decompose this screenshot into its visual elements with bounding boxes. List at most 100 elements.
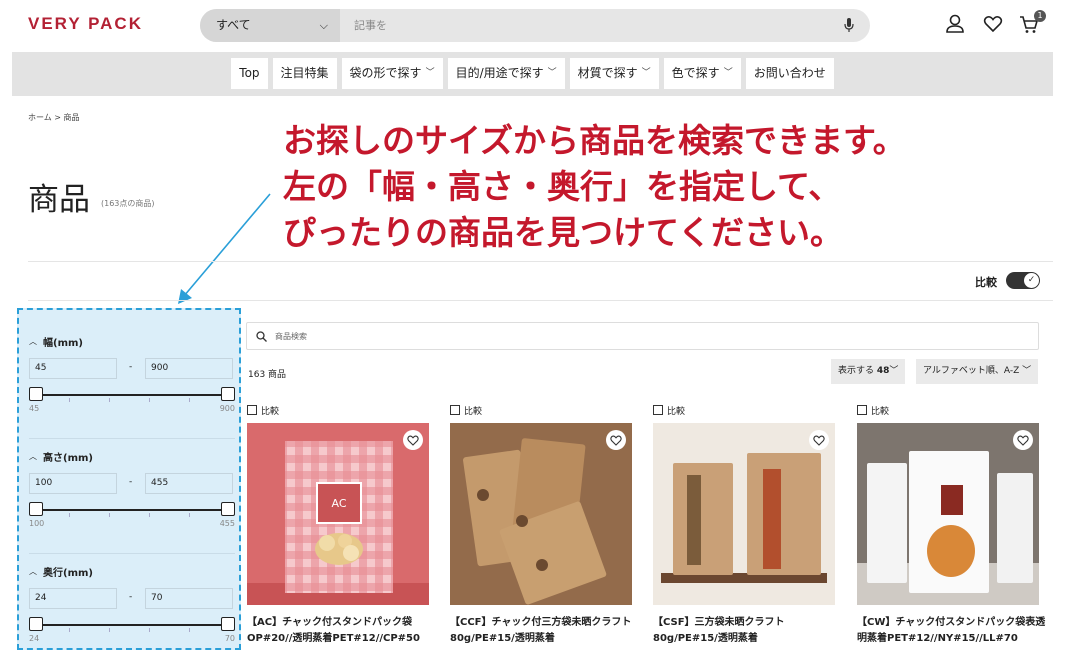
product-search-input[interactable]: 商品検索 <box>246 322 1039 350</box>
slider-min-handle[interactable] <box>29 502 43 516</box>
product-card[interactable]: 比較 【CCF】チャック付三方袋未晒クラフト80g/PE#15/透明蒸着 <box>450 403 632 647</box>
checkbox[interactable] <box>247 405 257 415</box>
chevron-up-icon: ︿ <box>29 452 37 461</box>
nav-item-top[interactable]: Top <box>231 58 268 89</box>
product-name[interactable]: 【AC】チャック付スタンドパック袋OP#20//透明蒸着PET#12//CP#5… <box>247 615 442 647</box>
depth-max-input[interactable]: 70 <box>145 588 233 609</box>
nav-item-label: 注目特集 <box>280 66 329 80</box>
compare-label: 比較 <box>464 406 483 417</box>
height-min-input[interactable]: 100 <box>29 473 117 494</box>
checkbox[interactable] <box>857 405 867 415</box>
callout-line: 左の「幅・高さ・奥行」を指定して、 <box>283 167 842 206</box>
breadcrumb[interactable]: ホーム > 商品 <box>28 112 80 123</box>
width-range-slider[interactable] <box>29 387 235 403</box>
product-image[interactable] <box>450 423 632 605</box>
product-name[interactable]: 【CCF】チャック付三方袋未晒クラフト80g/PE#15/透明蒸着 <box>450 615 645 647</box>
chevron-down-icon: ﹀ <box>1022 366 1032 376</box>
logo[interactable]: VERY PACK <box>28 14 143 34</box>
nav-item-contact[interactable]: お問い合わせ <box>745 58 834 89</box>
compare-toggle[interactable]: ✓ <box>1006 272 1040 289</box>
filter-title: 幅(mm) <box>43 338 83 349</box>
nav-item-label: 材質で探す <box>577 66 638 80</box>
sort-select[interactable]: アルファベット順、A-Z ﹀ <box>916 359 1039 384</box>
compare-checkbox[interactable]: 比較 <box>247 403 429 417</box>
callout-line: ぴったりの商品を見つけてください。 <box>283 213 844 252</box>
search-input[interactable]: 記事を <box>354 9 387 42</box>
cart-count-badge: 1 <box>1034 10 1046 22</box>
product-photo-cw <box>857 423 1039 605</box>
slider-max-label: 900 <box>219 404 235 413</box>
favorite-heart-icon[interactable] <box>403 430 423 450</box>
filter-height-header[interactable]: ︿ 高さ(mm) <box>29 449 235 464</box>
slider-min-handle[interactable] <box>29 617 43 631</box>
filter-depth-header[interactable]: ︿ 奥行(mm) <box>29 564 235 579</box>
product-card[interactable]: 比較 【CW】チャック付スタンドパック袋表透明蒸着PET#12//NY#15//… <box>857 403 1045 647</box>
checkbox[interactable] <box>653 405 663 415</box>
range-dash: - <box>129 362 133 372</box>
svg-text:AC: AC <box>331 497 346 510</box>
divider <box>28 261 1053 262</box>
divider <box>29 553 235 554</box>
product-card[interactable]: 比較 【CSF】三方袋未晒クラフト80g/PE#15/透明蒸着 <box>653 403 835 647</box>
compare-label: 比較 <box>871 406 890 417</box>
compare-checkbox[interactable]: 比較 <box>857 403 1039 417</box>
slider-max-label: 70 <box>224 634 235 643</box>
favorite-heart-icon[interactable] <box>1013 430 1033 450</box>
per-page-label: 表示する <box>838 366 875 376</box>
main-nav: Top 注目特集 袋の形で探す ﹀ 目的/用途で探す ﹀ 材質で探す ﹀ 色で探す ﹀ … <box>12 52 1053 96</box>
product-image[interactable] <box>857 423 1039 605</box>
search-category-select[interactable]: すべて ⌵ <box>200 9 340 42</box>
per-page-value: 48 <box>876 366 890 376</box>
height-range-slider[interactable] <box>29 502 235 518</box>
slider-max-handle[interactable] <box>221 387 235 401</box>
chevron-down-icon: ﹀ <box>723 68 733 78</box>
callout-line: お探しのサイズから商品を検索できます。 <box>283 121 906 160</box>
slider-max-label: 455 <box>219 519 235 528</box>
account-icon[interactable] <box>944 13 966 35</box>
per-page-select[interactable]: 表示する 48﹀ <box>831 359 906 384</box>
nav-item-label: 袋の形で探す <box>349 66 422 80</box>
width-max-input[interactable]: 900 <box>145 358 233 379</box>
width-min-input[interactable]: 45 <box>29 358 117 379</box>
compare-checkbox[interactable]: 比較 <box>450 403 632 417</box>
search-bar[interactable]: すべて ⌵ 記事を <box>200 9 870 42</box>
callout-arrow <box>178 193 271 304</box>
microphone-icon[interactable] <box>844 18 854 33</box>
nav-item-color[interactable]: 色で探す ﹀ <box>663 58 741 89</box>
height-max-input[interactable]: 455 <box>145 473 233 494</box>
product-image[interactable] <box>653 423 835 605</box>
page-title: 商品 <box>28 182 90 218</box>
chevron-down-icon: ﹀ <box>641 68 651 78</box>
nav-item-bag-shape[interactable]: 袋の形で探す ﹀ <box>341 58 443 89</box>
slider-min-handle[interactable] <box>29 387 43 401</box>
slider-min-label: 24 <box>29 634 40 643</box>
depth-min-input[interactable]: 24 <box>29 588 117 609</box>
product-photo-csf <box>653 423 835 605</box>
chevron-down-icon: ⌵ <box>319 19 328 32</box>
favorite-heart-icon[interactable] <box>809 430 829 450</box>
compare-label: 比較 <box>667 406 686 417</box>
nav-item-material[interactable]: 材質で探す ﹀ <box>569 58 659 89</box>
nav-item-label: 目的/用途で探す <box>455 66 544 80</box>
checkbox[interactable] <box>450 405 460 415</box>
nav-item-label: Top <box>239 66 260 80</box>
filter-width: ︿ 幅(mm) 45 - 900 45 900 <box>29 334 235 414</box>
product-count-label: (163点の商品) <box>101 199 155 208</box>
depth-range-slider[interactable] <box>29 617 235 633</box>
slider-max-handle[interactable] <box>221 617 235 631</box>
search-category-label: すべて <box>216 18 251 32</box>
favorite-heart-icon[interactable] <box>606 430 626 450</box>
product-name[interactable]: 【CW】チャック付スタンドパック袋表透明蒸着PET#12//NY#15//LL#… <box>857 615 1052 647</box>
wishlist-heart-icon[interactable] <box>982 13 1004 35</box>
filter-width-header[interactable]: ︿ 幅(mm) <box>29 334 235 349</box>
compare-checkbox[interactable]: 比較 <box>653 403 835 417</box>
result-count: 163 商品 <box>248 370 287 380</box>
product-card[interactable]: 比較 AC 【AC】チャック付スタンドパック袋OP#20//透明蒸着PET#12… <box>247 403 429 647</box>
callout-annotation: お探しのサイズから商品を検索できます。 左の「幅・高さ・奥行」を指定して、 ぴっ… <box>283 118 906 256</box>
product-name[interactable]: 【CSF】三方袋未晒クラフト80g/PE#15/透明蒸着 <box>653 615 848 647</box>
product-image[interactable]: AC <box>247 423 429 605</box>
nav-item-purpose[interactable]: 目的/用途で探す ﹀ <box>447 58 565 89</box>
slider-min-label: 100 <box>29 519 45 528</box>
nav-item-featured[interactable]: 注目特集 <box>272 58 337 89</box>
slider-max-handle[interactable] <box>221 502 235 516</box>
